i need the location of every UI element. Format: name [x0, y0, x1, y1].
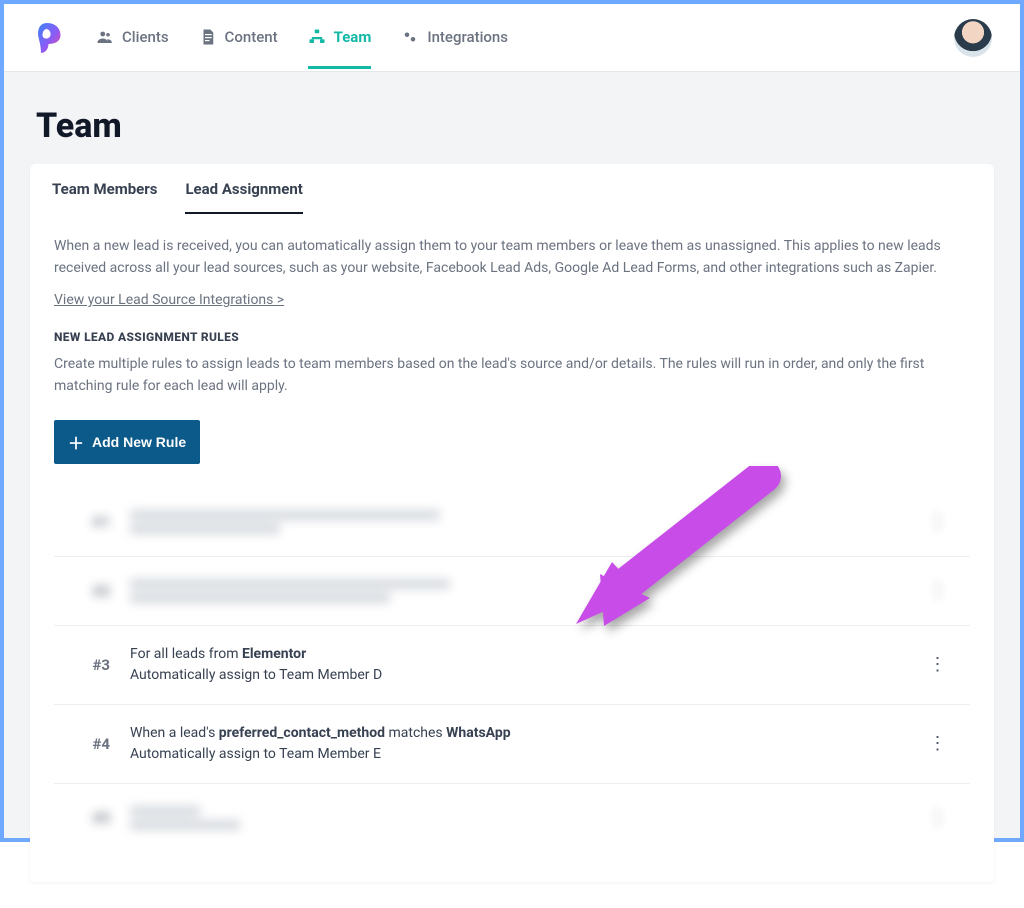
view-lead-source-integrations-link[interactable]: View your Lead Source Integrations > [54, 292, 284, 308]
rule-text: When a lead's preferred_contact_method m… [130, 723, 906, 765]
tab-team-members[interactable]: Team Members [52, 164, 157, 214]
nav-team-label: Team [334, 28, 372, 46]
rule-text: For all leads from Elementor Automatical… [130, 644, 906, 686]
add-new-rule-button[interactable]: ＋ Add New Rule [54, 420, 200, 464]
rule-menu-icon[interactable]: ⋮ [926, 733, 950, 754]
nav-clients[interactable]: Clients [96, 6, 169, 69]
gears-icon [401, 28, 419, 46]
rule-menu-icon[interactable]: ⋮ [926, 807, 950, 828]
rule-row[interactable]: #3 For all leads from Elementor Automati… [54, 626, 970, 705]
rules-section-description: Create multiple rules to assign leads to… [54, 354, 970, 397]
rule-row[interactable]: #1 ⋮ [54, 488, 970, 557]
app-logo [32, 21, 62, 55]
nav-integrations-label: Integrations [427, 28, 508, 46]
document-icon [199, 28, 217, 46]
rule-menu-icon[interactable]: ⋮ [926, 511, 950, 532]
rule-number: #4 [74, 735, 110, 753]
rule-row[interactable]: #2 ⋮ [54, 557, 970, 626]
avatar[interactable] [954, 19, 992, 57]
tab-lead-assignment[interactable]: Lead Assignment [185, 164, 302, 214]
page-title: Team [36, 106, 994, 146]
lead-assignment-description: When a new lead is received, you can aut… [54, 236, 970, 279]
rule-number: #3 [74, 656, 110, 674]
rules-section-heading: NEW LEAD ASSIGNMENT RULES [54, 330, 970, 344]
nav-team[interactable]: Team [308, 6, 372, 69]
rule-menu-icon[interactable]: ⋮ [926, 580, 950, 601]
sitemap-icon [308, 28, 326, 46]
rules-list: #1 ⋮ #2 ⋮ #3 [54, 488, 970, 852]
nav-integrations[interactable]: Integrations [401, 6, 508, 69]
plus-icon: ＋ [68, 430, 84, 454]
nav-content[interactable]: Content [199, 6, 278, 69]
nav-clients-label: Clients [122, 28, 169, 46]
nav-content-label: Content [225, 28, 278, 46]
tabstrip: Team Members Lead Assignment [30, 164, 325, 214]
rule-row[interactable]: #4 When a lead's preferred_contact_metho… [54, 705, 970, 784]
rule-menu-icon[interactable]: ⋮ [926, 654, 950, 675]
users-icon [96, 28, 114, 46]
